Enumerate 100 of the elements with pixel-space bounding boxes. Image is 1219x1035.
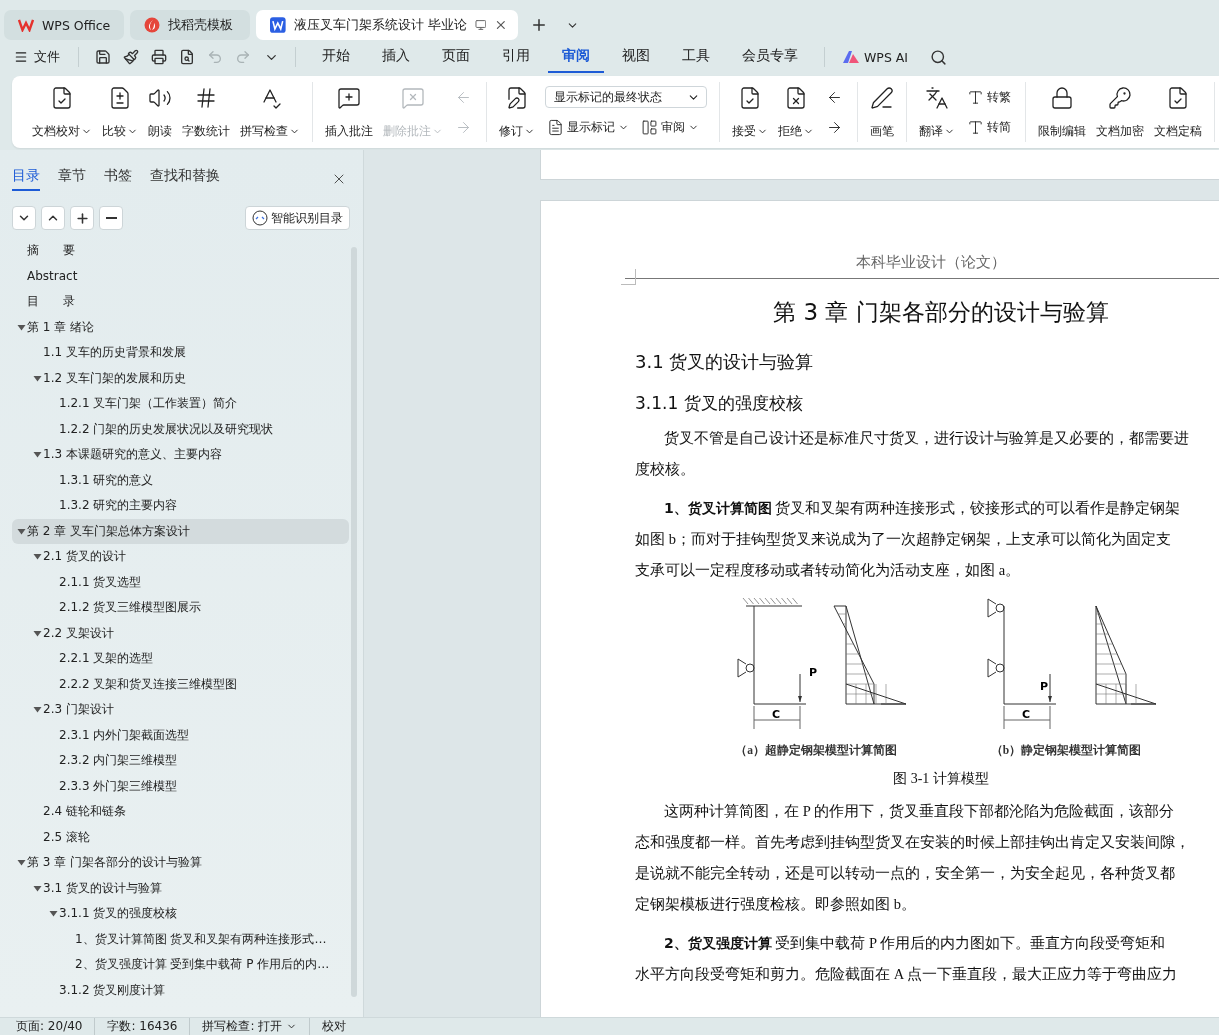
toc-item[interactable]: 2.1 货叉的设计 (12, 544, 349, 570)
ribbon-tab[interactable]: 开始 (308, 41, 364, 73)
ribbon-tab[interactable]: 工具 (668, 41, 724, 73)
document-logo-icon (270, 17, 286, 33)
toc-item[interactable]: 2.3 门架设计 (12, 697, 349, 723)
ribbon-button[interactable]: 比较 (98, 82, 142, 142)
toc-item[interactable]: 1.3.1 研究的意义 (12, 467, 349, 493)
pen-icon (870, 86, 894, 110)
toc-item[interactable]: 3.1.2 货叉刚度计算 (12, 977, 349, 1003)
ribbon-button[interactable]: 文档加密 (1092, 82, 1148, 142)
menu-icon (14, 50, 28, 64)
ribbon-tab[interactable]: 页面 (428, 41, 484, 73)
toc-item[interactable]: 第 3 章 门架各部分的设计与验算 (12, 850, 349, 876)
toc-item[interactable]: 2.2.1 叉架的选型 (12, 646, 349, 672)
toc-item[interactable]: 3.1.1 货叉的强度校核 (12, 901, 349, 927)
chapter-heading: 第 3 章 门架各部分的设计与验算 (772, 298, 1110, 327)
app-tab[interactable]: 找稻壳模板 (130, 10, 250, 40)
toc-item[interactable]: 1.2.1 叉车门架（工作装置）简介 (12, 391, 349, 417)
toc-item[interactable]: 2.2 叉架设计 (12, 620, 349, 646)
ribbon-button[interactable]: 拒绝 (774, 82, 818, 142)
collapse-button[interactable] (41, 206, 65, 230)
toc-item[interactable]: 2.1.1 货叉选型 (12, 569, 349, 595)
circle-icon (252, 210, 268, 226)
close-icon[interactable] (494, 18, 508, 32)
toc-item[interactable]: 第 2 章 叉车门架总体方案设计 (12, 518, 349, 544)
speaker-icon (148, 86, 172, 110)
ribbon-button[interactable]: 翻译 (915, 82, 959, 142)
comment-plus-icon (337, 86, 361, 110)
app-tab[interactable]: 液压叉车门架系统设计 毕业论 (256, 10, 518, 40)
ribbon-button[interactable]: 文档校对 (28, 82, 96, 142)
toc-item[interactable]: 2.3.2 内门架三维模型 (12, 748, 349, 774)
print-preview-icon[interactable] (179, 49, 195, 65)
toc-item[interactable]: 1、货叉计算简图 货叉和叉架有两种连接形式… (12, 926, 349, 952)
remove-button[interactable] (99, 206, 123, 230)
ribbon-tab[interactable]: 视图 (608, 41, 664, 73)
status-item[interactable]: 拼写检查: 打开 (189, 1018, 310, 1035)
ribbon-tab[interactable]: 插入 (368, 41, 424, 73)
text-icon (967, 88, 984, 106)
pane-tab[interactable]: 目录 (12, 167, 40, 191)
toc-item[interactable]: 第 1 章 绪论 (12, 314, 349, 340)
toc-item[interactable]: 目 录 (12, 289, 349, 315)
toc-item[interactable]: 1.3 本课题研究的意义、主要内容 (12, 442, 349, 468)
add-button[interactable] (70, 206, 94, 230)
minus-icon (105, 217, 117, 219)
toc-item[interactable]: 2.5 滚轮 (12, 824, 349, 850)
ribbon-button[interactable]: 插入批注 (321, 82, 377, 142)
ribbon-button[interactable]: 朗读 (144, 82, 176, 142)
toc-item[interactable]: 2.3.1 内外门架截面选型 (12, 722, 349, 748)
file-menu[interactable]: 文件 (14, 48, 66, 66)
ai-button[interactable]: WPS AI (837, 48, 915, 66)
toc-item[interactable]: 3.1 货叉的设计与验算 (12, 875, 349, 901)
plus-icon (74, 210, 90, 226)
ribbon-button[interactable]: 限制编辑 (1034, 82, 1090, 142)
status-item[interactable]: 字数: 16436 (94, 1018, 190, 1035)
toc-item[interactable]: 1.3.2 研究的主要内容 (12, 493, 349, 519)
ribbon-button[interactable]: 修订 (495, 82, 539, 142)
toc-item[interactable]: 2.4 链轮和链条 (12, 799, 349, 825)
expand-button[interactable] (12, 206, 36, 230)
ai-logo-icon (843, 51, 859, 63)
toc-item[interactable]: 1.1 叉车的历史背景和发展 (12, 340, 349, 366)
body-paragraph: 这两种计算简图，在 P 的作用下，货叉垂直段下部都沦陷为危险截面，该部分 态和强度都一样。首先考虑到挂钩型货叉在安装的时候上部挂钩出肯定又安装间隙， 是说就不能完全转动，还是可以转动一点的，安全第一，为安全起见，各种货叉都 定钢架模板进行强度检核。即参照如图 b。 (635, 802, 1191, 914)
ribbon-button[interactable]: 显示标记 (545, 116, 631, 138)
toc-item[interactable]: Abstract (12, 263, 349, 289)
toc-item[interactable]: 2.2.2 叉架和货叉连接三维模型图 (12, 671, 349, 697)
ribbon-button[interactable]: 拼写检查 (236, 82, 304, 142)
ribbon-tab[interactable]: 审阅 (548, 41, 604, 73)
file-check-icon (1166, 86, 1190, 110)
smart-toc-button[interactable]: 智能识别目录 (245, 206, 350, 230)
toc-item[interactable]: 1.2 叉车门架的发展和历史 (12, 365, 349, 391)
pane-tab[interactable]: 书签 (104, 167, 132, 191)
search-icon[interactable] (929, 48, 947, 66)
markup-select[interactable]: 显示标记的最终状态 (545, 86, 707, 109)
ribbon-button[interactable]: 转繁 (965, 86, 1013, 108)
status-item[interactable]: 校对 (309, 1018, 359, 1035)
ribbon-button[interactable]: 文档定稿 (1150, 82, 1206, 142)
ribbon-button[interactable]: 转简 (965, 116, 1013, 138)
ribbon-button[interactable]: 审阅 (639, 116, 701, 138)
toc-item[interactable]: 1.2.2 门架的历史发展状况以及研究现状 (12, 416, 349, 442)
toc-item[interactable]: 2.3.3 外门架三维模型 (12, 773, 349, 799)
app-tab[interactable]: WPS Office (4, 10, 124, 40)
logo-icon (18, 18, 34, 32)
print-icon[interactable] (151, 49, 167, 65)
ribbon-button[interactable]: 画笔 (866, 82, 898, 142)
save-icon[interactable] (95, 49, 111, 65)
toc-item[interactable]: 2.1.2 货叉三维模型图展示 (12, 595, 349, 621)
toc-item[interactable]: 2、货叉强度计算 受到集中载荷 P 作用后的内… (12, 952, 349, 978)
ribbon-tab[interactable]: 引用 (488, 41, 544, 73)
file-check-icon (738, 86, 762, 110)
monitor-icon (474, 19, 487, 31)
scrollbar[interactable] (351, 247, 357, 997)
pane-tab[interactable]: 章节 (58, 167, 86, 191)
body-paragraph: 1、货叉计算简图 货叉和叉架有两种连接形式，铰接形式的可以看作是静定钢架 如图 b；而对于挂钩型货叉来说成为了一次超静定钢架，上支承可以简化为固定支 支承可以一定程度移动或者转动简化为活动支座，如图 a。 (635, 499, 1182, 580)
ribbon-tab[interactable]: 会员专享 (728, 41, 812, 73)
ribbon-button[interactable]: 接受 (728, 82, 772, 142)
ribbon-button[interactable]: 字数统计 (178, 82, 234, 142)
toc-item[interactable]: 摘 要 (12, 238, 349, 264)
pane-tab[interactable]: 查找和替换 (150, 167, 220, 191)
brush-icon[interactable] (123, 49, 139, 65)
status-item[interactable]: 页面: 20/40 (16, 1018, 95, 1035)
new-tab-icon[interactable] (530, 16, 548, 34)
